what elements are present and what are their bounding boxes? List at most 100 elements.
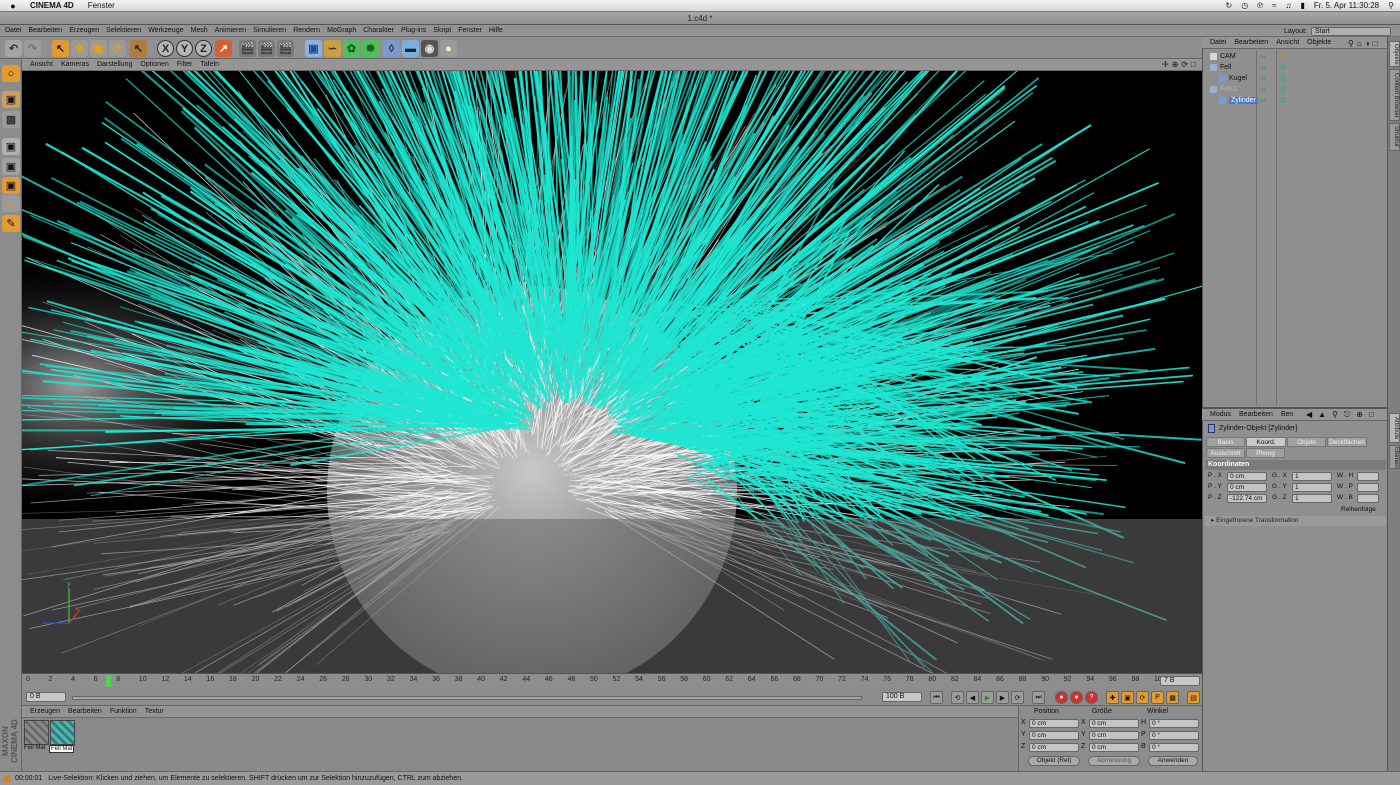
material-menu-textur[interactable]: Textur xyxy=(145,708,164,715)
app-menu-hilfe[interactable]: Hilfe xyxy=(489,27,503,34)
app-menu-selektieren[interactable]: Selektieren xyxy=(106,27,141,34)
app-menu-simulieren[interactable]: Simulieren xyxy=(253,27,286,34)
coord-pos-2[interactable]: 0 cm xyxy=(1029,731,1079,740)
attr-w-val-1[interactable] xyxy=(1357,472,1379,481)
scale-icon[interactable]: ▣ xyxy=(90,40,107,57)
attr-w-val-2[interactable] xyxy=(1357,483,1379,492)
app-menu-erzeugen[interactable]: Erzeugen xyxy=(69,27,99,34)
position-key-icon[interactable]: ✚ xyxy=(1106,691,1119,704)
material-menu-bearbeiten[interactable]: Bearbeiten xyxy=(68,708,102,715)
coord-size-select[interactable]: Abmessung xyxy=(1088,756,1140,766)
attribute-back-icon[interactable]: ◀ xyxy=(1306,410,1312,420)
attr-tab-objekt[interactable]: Objekt xyxy=(1287,437,1326,447)
mac-menu-fenster[interactable]: Fenster xyxy=(88,1,115,10)
object-filter-icon[interactable]: □ xyxy=(1373,39,1378,48)
object-menu-datei[interactable]: Datei xyxy=(1210,39,1226,46)
object-tag-icon[interactable]: ▧ xyxy=(1280,63,1287,73)
material-swatch-1[interactable] xyxy=(24,720,49,745)
object-home-icon[interactable]: ⌂ xyxy=(1357,39,1362,48)
material-swatch-2[interactable] xyxy=(50,720,75,745)
attr-tab-basis[interactable]: Basis xyxy=(1206,437,1245,447)
record-keys-icon[interactable]: ● xyxy=(1055,691,1068,704)
keyframe-selection-icon[interactable]: ? xyxy=(1085,691,1098,704)
coord-rot-2[interactable]: 0 ° xyxy=(1149,731,1199,740)
battery-icon[interactable]: ▮ xyxy=(1301,1,1305,10)
tweak-mode-icon[interactable]: ✎ xyxy=(2,215,20,232)
floor-icon[interactable]: ▬ xyxy=(402,40,419,57)
parameter-key-icon[interactable]: P xyxy=(1151,691,1164,704)
next-key-icon[interactable]: ⟳ xyxy=(1011,691,1024,704)
viewport-menu-tafeln[interactable]: Tafeln xyxy=(200,61,219,68)
wifi-icon[interactable]: ≈ xyxy=(1272,1,1276,10)
attr-g-val-1[interactable]: 1 xyxy=(1292,472,1332,481)
x-axis-lock-button[interactable]: X xyxy=(157,40,174,57)
prev-frame-icon[interactable]: ◀ xyxy=(966,691,979,704)
visibility-dots-icon[interactable]: ●● xyxy=(1260,96,1266,106)
z-axis-lock-button[interactable]: Z xyxy=(195,40,212,57)
timeline-playhead[interactable] xyxy=(106,675,111,687)
cube-object-icon[interactable]: ▣ xyxy=(305,40,322,57)
sync-icon[interactable]: ↻ xyxy=(1226,1,1233,10)
point-mode-icon[interactable]: ▣ xyxy=(2,138,20,155)
render-picture-viewer-icon[interactable]: 🎬 xyxy=(258,40,275,57)
coord-pos-1[interactable]: 0 cm xyxy=(1029,719,1079,728)
viewport-zoom-icon[interactable]: ⊕ xyxy=(1172,60,1179,69)
object-tag-icon[interactable]: ▧ xyxy=(1280,96,1287,106)
current-frame-field[interactable]: 7 B xyxy=(1160,676,1200,686)
spline-pen-icon[interactable]: ∽ xyxy=(324,40,341,57)
app-menu-mesh[interactable]: Mesh xyxy=(190,27,207,34)
attribute-menu-modus[interactable]: Modus xyxy=(1210,411,1231,418)
tab-objekte[interactable]: Objekte xyxy=(1389,41,1400,67)
tab-ebenen[interactable]: Ebenen xyxy=(1389,445,1400,469)
coord-mode-select[interactable]: Objekt (Rel) xyxy=(1028,756,1080,766)
axis-mode-icon[interactable]: ∟ xyxy=(2,195,20,212)
redo-icon[interactable]: ↷ xyxy=(24,40,41,57)
app-menu-name[interactable]: CINEMA 4D xyxy=(30,1,74,10)
attr-p-val-3[interactable]: -122.74 cm xyxy=(1227,494,1267,503)
tab-attribute[interactable]: Attribute xyxy=(1389,413,1400,443)
visibility-dots-icon[interactable]: ●● xyxy=(1260,63,1266,73)
play-icon[interactable]: ▶ xyxy=(981,691,994,704)
attr-w-val-3[interactable] xyxy=(1357,494,1379,503)
live-selection-icon[interactable]: ↖ xyxy=(52,40,69,57)
next-frame-icon[interactable]: ▶ xyxy=(996,691,1009,704)
texture-mode-icon[interactable]: ▩ xyxy=(2,111,20,128)
coord-size-1[interactable]: 0 cm xyxy=(1089,719,1139,728)
attribute-menu-ben[interactable]: Ben xyxy=(1281,411,1293,418)
attribute-up-icon[interactable]: ▲ xyxy=(1318,410,1326,420)
app-menu-mograph[interactable]: MoGraph xyxy=(327,27,356,34)
app-menu-fenster[interactable]: Fenster xyxy=(458,27,482,34)
timeline-ruler[interactable]: 0 2 4 6 8 10 12 14 16 18 20 22 24 26 28 30 32 34 36 38 40 42 4… xyxy=(22,673,1202,689)
object-menu-bearbeiten[interactable]: Bearbeiten xyxy=(1234,39,1268,46)
clock[interactable]: Fr. 5. Apr 11:30:28 xyxy=(1314,1,1379,10)
model-mode-icon[interactable]: ○ xyxy=(2,65,20,82)
viewport-menu-optionen[interactable]: Optionen xyxy=(140,61,168,68)
viewport-maximize-icon[interactable]: □ xyxy=(1191,60,1196,69)
coord-apply-button[interactable]: Anwenden xyxy=(1148,756,1198,766)
spotlight-icon[interactable]: ⚲ xyxy=(1388,1,1394,10)
rotate-icon[interactable]: ⟳ xyxy=(109,40,126,57)
goto-start-icon[interactable]: ⏮ xyxy=(930,691,943,704)
nurbs-icon[interactable]: ✿ xyxy=(343,40,360,57)
object-search-icon[interactable]: ⚲ xyxy=(1348,39,1354,48)
move-icon[interactable]: ✚ xyxy=(71,40,88,57)
app-menu-werkzeuge[interactable]: Werkzeuge xyxy=(148,27,183,34)
undo-icon[interactable]: ↶ xyxy=(5,40,22,57)
tab-struktur[interactable]: Struktur xyxy=(1389,123,1400,151)
app-menu-bearbeiten[interactable]: Bearbeiten xyxy=(28,27,62,34)
timeline-window-icon[interactable]: ▤ xyxy=(1187,691,1200,704)
rotation-key-icon[interactable]: ⟳ xyxy=(1136,691,1149,704)
coord-size-3[interactable]: 0 cm xyxy=(1089,743,1139,752)
viewport-rotate-icon[interactable]: ⟳ xyxy=(1181,60,1188,69)
viewport-menu-filter[interactable]: Filter xyxy=(177,61,193,68)
attr-p-val-2[interactable]: 0 cm xyxy=(1227,483,1267,492)
3d-viewport[interactable]: y x xyxy=(22,71,1202,673)
render-view-icon[interactable]: 🎬 xyxy=(239,40,256,57)
material-menu-funktion[interactable]: Funktion xyxy=(110,708,137,715)
attr-g-val-3[interactable]: 1 xyxy=(1292,494,1332,503)
edge-mode-icon[interactable]: ▣ xyxy=(2,158,20,175)
object-row-fell[interactable]: Fell ●● ▧ xyxy=(1206,63,1386,73)
attribute-search-icon[interactable]: ⚲ xyxy=(1332,410,1338,420)
attribute-expand-icon[interactable]: □ xyxy=(1369,410,1374,420)
app-menu-charakter[interactable]: Charakter xyxy=(363,27,394,34)
